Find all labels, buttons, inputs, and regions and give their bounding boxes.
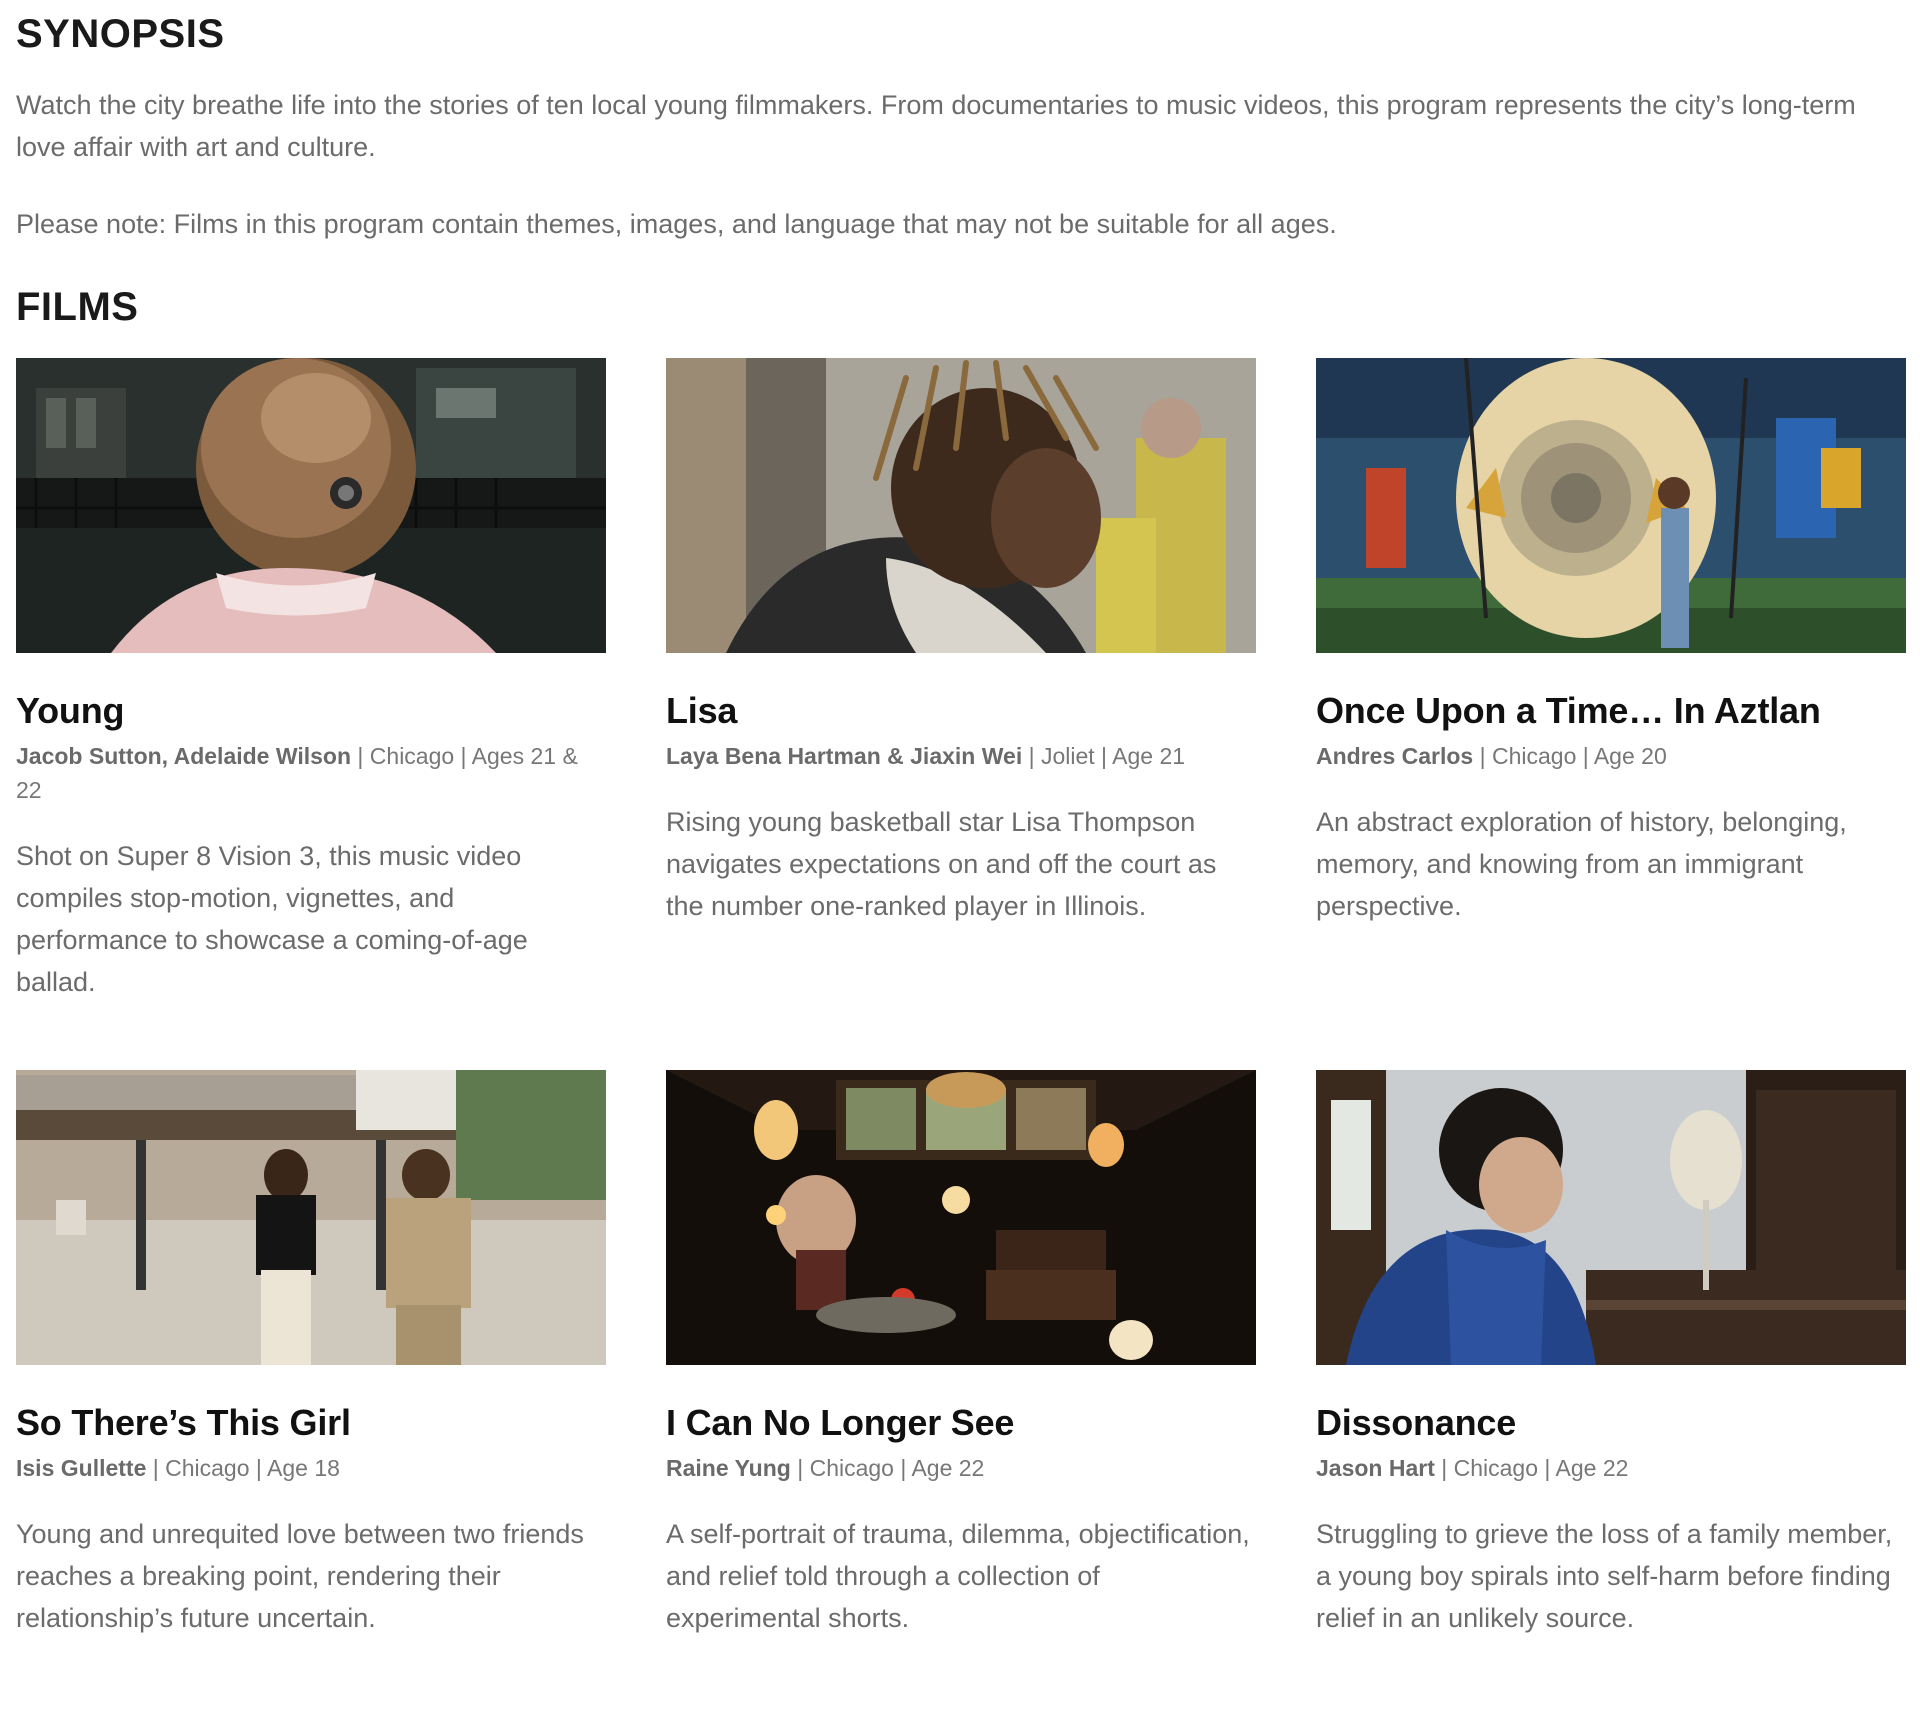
content-warning-note: Please note: Films in this program conta…: [16, 209, 1337, 239]
film-title[interactable]: So There’s This Girl: [16, 1403, 606, 1443]
film-description: A self-portrait of trauma, dilemma, obje…: [666, 1519, 1250, 1633]
film-details: | Chicago | Age 22: [1434, 1455, 1629, 1481]
film-description: Struggling to grieve the loss of a famil…: [1316, 1519, 1893, 1633]
filmmaker-names: Isis Gullette: [16, 1455, 147, 1481]
filmmaker-names: Jason Hart: [1316, 1455, 1435, 1481]
film-description: Rising young basketball star Lisa Thomps…: [666, 807, 1217, 921]
film-still-dissonance[interactable]: [1316, 1070, 1906, 1365]
synopsis-heading: SYNOPSIS: [16, 12, 225, 56]
filmmaker-names: Raine Yung: [666, 1455, 791, 1481]
filmmaker-names: Jacob Sutton, Adelaide Wilson: [16, 743, 352, 769]
film-details: | Chicago | Age 22: [790, 1455, 985, 1481]
film-credits: Jacob Sutton, Adelaide Wilson | Chicago …: [16, 739, 606, 807]
film-credits: Andres Carlos | Chicago | Age 20: [1316, 739, 1906, 773]
film-details: | Joliet | Age 21: [1022, 743, 1186, 769]
film-still-lisa[interactable]: [666, 358, 1256, 653]
synopsis-paragraph: Watch the city breathe life into the sto…: [16, 90, 1856, 162]
film-credits: Jason Hart | Chicago | Age 22: [1316, 1451, 1906, 1485]
film-card-so-theres-this-girl: So There’s This Girl Isis Gullette | Chi…: [16, 1070, 606, 1710]
filmmaker-names: Laya Bena Hartman & Jiaxin Wei: [666, 743, 1023, 769]
film-credits: Laya Bena Hartman & Jiaxin Wei | Joliet …: [666, 739, 1256, 773]
page: SYNOPSIS Watch the city breathe life int…: [0, 0, 1920, 1633]
film-details: | Chicago | Age 20: [1473, 743, 1667, 769]
film-credits: Raine Yung | Chicago | Age 22: [666, 1451, 1256, 1485]
film-card-i-can-no-longer-see: I Can No Longer See Raine Yung | Chicago…: [666, 1070, 1256, 1710]
film-title[interactable]: Young: [16, 691, 606, 731]
film-details: | Chicago | Age 18: [146, 1455, 340, 1481]
film-title[interactable]: Once Upon a Time… In Aztlan: [1316, 691, 1906, 731]
film-card-lisa: Lisa Laya Bena Hartman & Jiaxin Wei | Jo…: [666, 358, 1256, 1070]
film-still-i-can-no-longer-see[interactable]: [666, 1070, 1256, 1365]
film-still-once-upon-a-time[interactable]: [1316, 358, 1906, 653]
film-credits: Isis Gullette | Chicago | Age 18: [16, 1451, 606, 1485]
films-grid: Young Jacob Sutton, Adelaide Wilson | Ch…: [16, 358, 1906, 1710]
film-card-young: Young Jacob Sutton, Adelaide Wilson | Ch…: [16, 358, 606, 1070]
film-title[interactable]: Dissonance: [1316, 1403, 1906, 1443]
film-still-so-theres-this-girl[interactable]: [16, 1070, 606, 1365]
filmmaker-names: Andres Carlos: [1316, 743, 1474, 769]
film-card-dissonance: Dissonance Jason Hart | Chicago | Age 22…: [1316, 1070, 1906, 1710]
film-description: An abstract exploration of history, belo…: [1316, 807, 1847, 921]
film-still-young[interactable]: [16, 358, 606, 653]
films-heading: FILMS: [16, 285, 139, 329]
film-title[interactable]: Lisa: [666, 691, 1256, 731]
film-description: Shot on Super 8 Vision 3, this music vid…: [16, 841, 528, 997]
film-description: Young and unrequited love between two fr…: [16, 1519, 584, 1633]
film-card-once-upon-a-time: Once Upon a Time… In Aztlan Andres Carlo…: [1316, 358, 1906, 1070]
film-title[interactable]: I Can No Longer See: [666, 1403, 1256, 1443]
